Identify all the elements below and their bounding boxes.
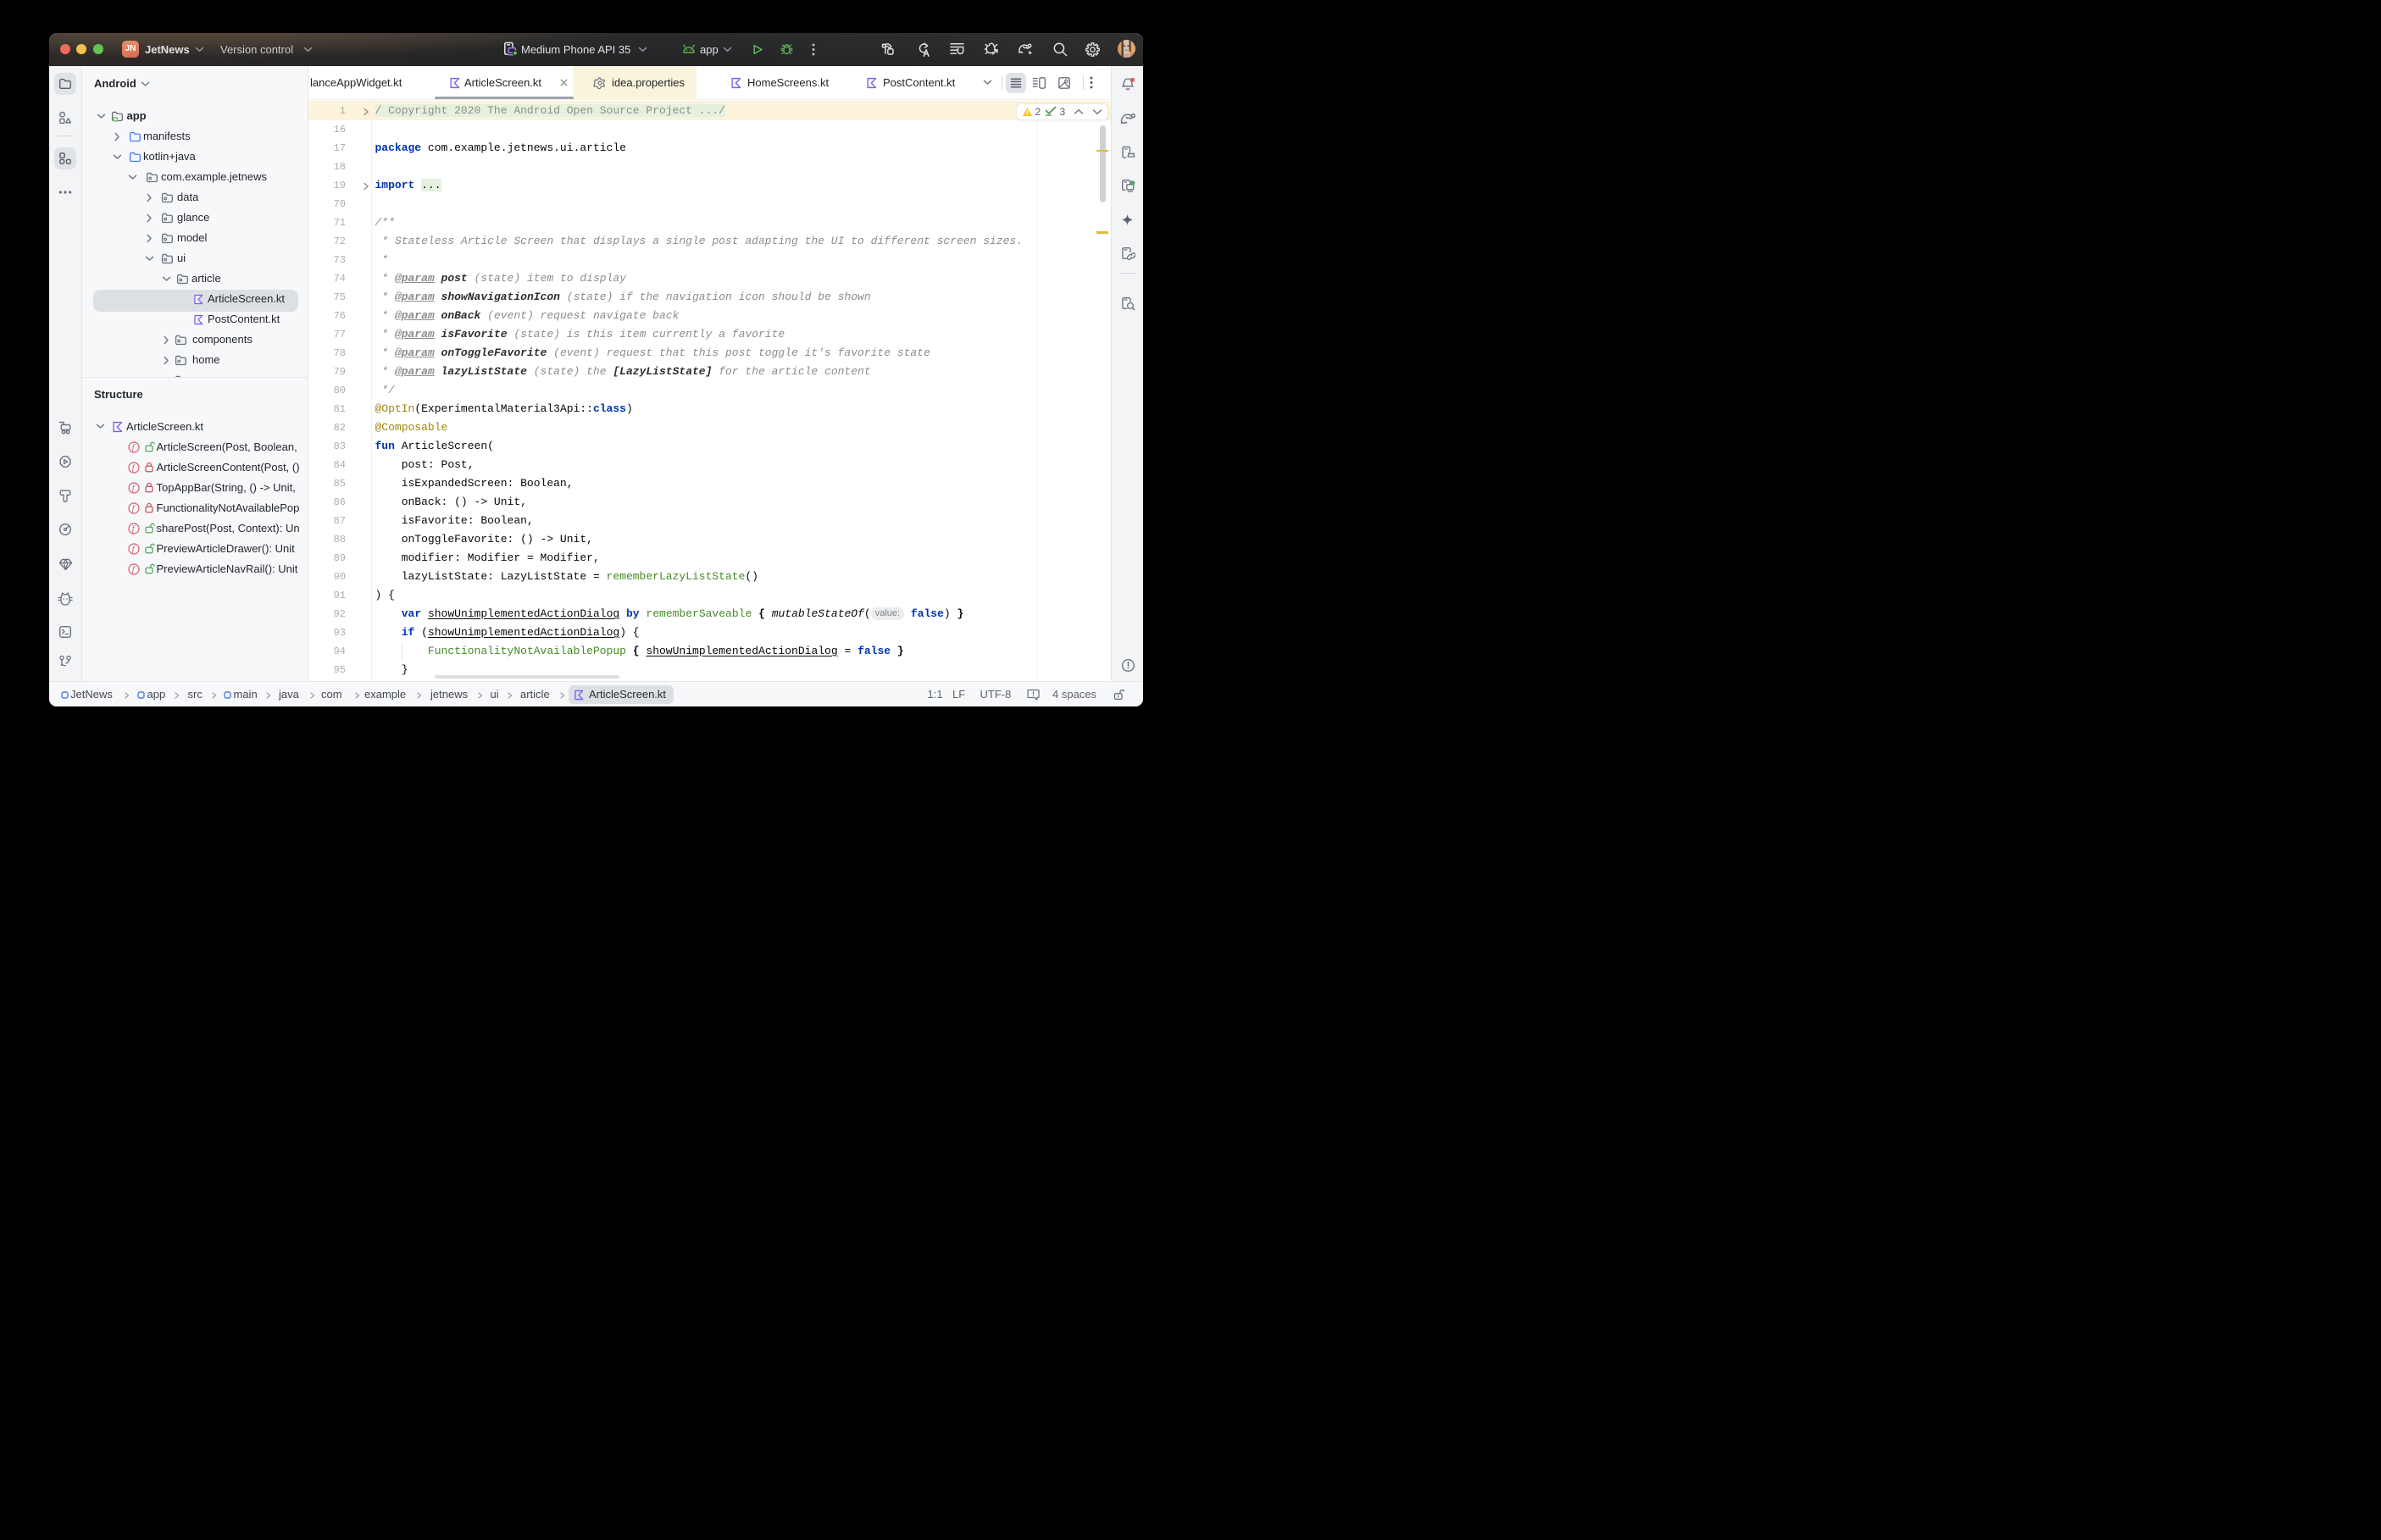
svg-text:f: f — [131, 443, 136, 452]
svg-text:f: f — [131, 545, 136, 554]
svg-text:f: f — [131, 484, 136, 493]
svg-text:f: f — [131, 504, 136, 513]
svg-text:f: f — [131, 524, 136, 534]
svg-text:f: f — [131, 463, 136, 473]
svg-text:f: f — [131, 565, 136, 574]
